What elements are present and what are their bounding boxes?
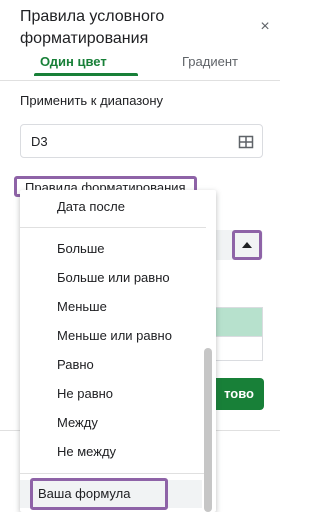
menu-item-not-between[interactable]: Не между bbox=[20, 437, 206, 466]
range-input[interactable]: D3 bbox=[20, 124, 263, 158]
tabs-divider bbox=[0, 80, 280, 81]
menu-separator bbox=[20, 473, 206, 474]
menu-item-custom-formula-label: Ваша формула bbox=[38, 486, 131, 501]
condition-select-toggle[interactable] bbox=[232, 230, 262, 260]
apply-to-range-label: Применить к диапазону bbox=[20, 93, 164, 108]
tab-single-color[interactable]: Один цвет bbox=[40, 52, 107, 72]
menu-item-custom-formula[interactable]: Ваша формула bbox=[30, 478, 168, 510]
menu-item-date-after[interactable]: Дата после bbox=[20, 192, 206, 221]
menu-item-greater[interactable]: Больше bbox=[20, 234, 206, 263]
menu-item-equal[interactable]: Равно bbox=[20, 350, 206, 379]
menu-item-between[interactable]: Между bbox=[20, 408, 206, 437]
arrow-up-icon bbox=[242, 242, 252, 248]
menu-item-greater-or-equal[interactable]: Больше или равно bbox=[20, 263, 206, 292]
color-mode-tabs: Один цвет Градиент bbox=[20, 52, 270, 78]
menu-item-less[interactable]: Меньше bbox=[20, 292, 206, 321]
menu-separator bbox=[20, 227, 206, 228]
close-button[interactable]: × bbox=[256, 18, 274, 36]
menu-item-less-or-equal[interactable]: Меньше или равно bbox=[20, 321, 206, 350]
grid-icon[interactable] bbox=[238, 134, 254, 150]
panel-title: Правила условного форматирования bbox=[20, 8, 165, 47]
active-tab-indicator bbox=[34, 73, 138, 76]
condition-dropdown-menu: Дата после Больше Больше или равно Меньш… bbox=[20, 190, 216, 512]
range-value: D3 bbox=[31, 134, 48, 149]
menu-item-not-equal[interactable]: Не равно bbox=[20, 379, 206, 408]
tab-gradient[interactable]: Градиент bbox=[182, 52, 238, 72]
dropdown-scrollbar[interactable] bbox=[204, 348, 212, 512]
conditional-formatting-panel: Правила условного форматирования × Один … bbox=[0, 0, 280, 512]
close-icon: × bbox=[260, 18, 270, 35]
